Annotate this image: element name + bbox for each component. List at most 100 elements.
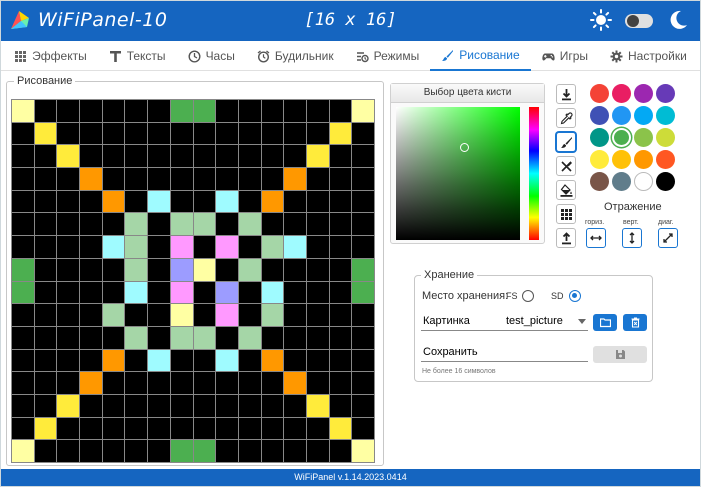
led-pixel[interactable] [329,122,352,145]
led-pixel[interactable] [306,213,329,236]
led-pixel[interactable] [80,100,102,122]
brush-tool-button[interactable] [556,132,576,152]
led-pixel[interactable] [102,440,125,462]
led-pixel[interactable] [102,304,125,326]
led-pixel[interactable] [261,349,284,372]
led-pixel[interactable] [34,190,57,213]
led-pixel[interactable] [284,394,306,417]
fill-button[interactable] [556,180,576,200]
led-pixel[interactable] [148,168,170,190]
led-pixel[interactable] [193,258,216,281]
led-pixel[interactable] [170,168,193,190]
led-pixel[interactable] [12,349,34,372]
color-swatch[interactable] [612,128,631,147]
led-pixel[interactable] [216,304,238,326]
led-pixel[interactable] [12,168,34,190]
led-pixel[interactable] [193,145,216,168]
led-pixel[interactable] [125,122,148,145]
led-pixel[interactable] [170,100,193,122]
led-pixel[interactable] [102,145,125,168]
led-pixel[interactable] [102,168,125,190]
led-pixel[interactable] [306,190,329,213]
sd-radio[interactable] [569,290,581,302]
led-pixel[interactable] [329,236,352,258]
led-pixel[interactable] [57,281,80,304]
led-pixel[interactable] [102,349,125,372]
led-pixel[interactable] [57,122,80,145]
led-pixel[interactable] [125,281,148,304]
led-pixel[interactable] [216,145,238,168]
led-pixel[interactable] [352,281,374,304]
led-pixel[interactable] [238,236,261,258]
led-pixel[interactable] [306,394,329,417]
led-pixel[interactable] [284,258,306,281]
color-swatch[interactable] [634,172,653,191]
led-pixel[interactable] [193,326,216,349]
led-pixel[interactable] [80,440,102,462]
led-pixel[interactable] [261,122,284,145]
led-pixel[interactable] [284,304,306,326]
led-pixel[interactable] [193,417,216,440]
led-pixel[interactable] [148,100,170,122]
led-pixel[interactable] [352,326,374,349]
tab-clock[interactable]: Часы [177,41,246,71]
led-pixel[interactable] [216,326,238,349]
night-mode-icon[interactable] [668,9,688,31]
led-pixel[interactable] [216,190,238,213]
led-pixel[interactable] [238,168,261,190]
led-pixel[interactable] [261,417,284,440]
color-swatch[interactable] [634,150,653,169]
led-pixel[interactable] [329,100,352,122]
led-pixel[interactable] [284,349,306,372]
color-swatch[interactable] [590,84,609,103]
open-folder-button[interactable] [593,314,617,331]
led-pixel[interactable] [352,145,374,168]
color-swatch[interactable] [656,84,675,103]
led-pixel[interactable] [57,394,80,417]
led-pixel[interactable] [284,190,306,213]
led-pixel[interactable] [102,258,125,281]
led-pixel[interactable] [193,122,216,145]
led-pixel[interactable] [193,372,216,394]
color-swatch[interactable] [656,172,675,191]
led-pixel[interactable] [102,213,125,236]
led-pixel[interactable] [102,326,125,349]
led-pixel[interactable] [238,349,261,372]
led-pixel[interactable] [261,236,284,258]
led-pixel[interactable] [102,236,125,258]
led-pixel[interactable] [125,304,148,326]
led-pixel[interactable] [284,236,306,258]
led-pixel[interactable] [102,122,125,145]
led-pixel[interactable] [125,372,148,394]
led-pixel[interactable] [170,145,193,168]
led-pixel[interactable] [284,417,306,440]
fs-radio[interactable] [522,290,534,302]
color-swatch[interactable] [590,172,609,191]
led-pixel[interactable] [170,258,193,281]
led-pixel[interactable] [238,440,261,462]
led-pixel[interactable] [125,100,148,122]
led-pixel[interactable] [80,281,102,304]
led-pixel[interactable] [352,190,374,213]
tab-games[interactable]: Игры [531,41,599,71]
led-pixel[interactable] [12,258,34,281]
led-pixel[interactable] [329,349,352,372]
led-pixel[interactable] [193,440,216,462]
tab-texts[interactable]: Тексты [98,41,177,71]
saturation-value-area[interactable] [396,107,520,240]
led-pixel[interactable] [329,168,352,190]
led-pixel[interactable] [80,190,102,213]
led-pixel[interactable] [216,100,238,122]
save-button[interactable] [593,346,647,363]
led-pixel[interactable] [148,213,170,236]
led-pixel[interactable] [12,440,34,462]
led-pixel[interactable] [261,326,284,349]
led-pixel[interactable] [284,145,306,168]
led-pixel[interactable] [193,304,216,326]
led-pixel[interactable] [170,417,193,440]
led-pixel[interactable] [170,304,193,326]
led-pixel[interactable] [148,440,170,462]
led-pixel[interactable] [352,349,374,372]
eyedropper-button[interactable] [556,108,576,128]
color-swatch[interactable] [612,84,631,103]
